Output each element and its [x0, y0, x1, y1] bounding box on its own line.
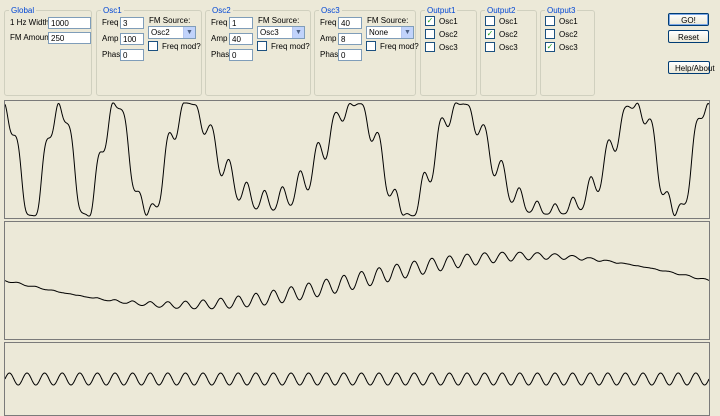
osc2-fm-source-value: Osc3: [260, 28, 279, 37]
checkbox-box[interactable]: ✓: [485, 29, 495, 39]
osc1-fm-source-select[interactable]: Osc2 ▼: [148, 26, 196, 39]
output2-osc3-label: Osc3: [499, 43, 518, 53]
osc1-amp-label: Amp: [102, 34, 119, 43]
reset-button[interactable]: Reset: [668, 30, 709, 43]
output3-osc3-checkbox[interactable]: ✓ Osc3: [545, 42, 578, 53]
osc1-freq-input[interactable]: [120, 17, 144, 29]
output3-group: Output3 Osc1 Osc2 ✓ Osc3: [540, 6, 595, 96]
osc2-title: Osc2: [210, 6, 233, 16]
checkbox-box[interactable]: [545, 16, 555, 26]
osc1-phase-input[interactable]: [120, 49, 144, 61]
output1-osc2-checkbox[interactable]: Osc2: [425, 29, 458, 40]
checkbox-box[interactable]: [148, 41, 158, 51]
checkbox-box[interactable]: [366, 41, 376, 51]
osc3-amp-label: Amp: [320, 34, 337, 43]
output1-osc2-label: Osc2: [439, 30, 458, 40]
output3-title: Output3: [545, 6, 578, 16]
output2-title: Output2: [485, 6, 518, 16]
fm-amount-input[interactable]: [48, 32, 91, 44]
output3-osc2-checkbox[interactable]: Osc2: [545, 29, 578, 40]
osc3-fm-source-select[interactable]: None ▼: [366, 26, 414, 39]
output2-osc3-checkbox[interactable]: Osc3: [485, 42, 518, 53]
osc2-freq-input[interactable]: [229, 17, 253, 29]
output1-osc1-label: Osc1: [439, 17, 458, 27]
output1-osc1-checkbox[interactable]: ✓ Osc1: [425, 16, 458, 27]
output2-scope: [4, 221, 710, 340]
checkbox-box[interactable]: [425, 42, 435, 52]
output3-osc2-label: Osc2: [559, 30, 578, 40]
output3-osc1-label: Osc1: [559, 17, 578, 27]
output3-osc3-label: Osc3: [559, 43, 578, 53]
output3-waveform: [5, 372, 709, 386]
output3-scope: [4, 342, 710, 416]
osc3-freq-mod-checkbox[interactable]: Freq mod?: [366, 41, 419, 52]
output1-group: Output1 ✓ Osc1 Osc2 Osc3: [420, 6, 477, 96]
output1-waveform: [5, 102, 709, 217]
fm-amount-label: FM Amount:: [10, 33, 54, 42]
output1-title: Output1: [425, 6, 458, 16]
osc2-phase-input[interactable]: [229, 49, 253, 61]
osc3-group: Osc3FreqAmpPhaseFM Source:None▼Freq mod?: [314, 6, 419, 96]
osc2-fm-source-select[interactable]: Osc3 ▼: [257, 26, 305, 39]
osc3-title: Osc3: [319, 6, 342, 16]
checkbox-box[interactable]: [485, 16, 495, 26]
global-group-title: Global: [9, 6, 37, 16]
go-button[interactable]: GO!: [668, 13, 709, 26]
osc1-amp-input[interactable]: [120, 33, 144, 45]
osc3-phase-input[interactable]: [338, 49, 362, 61]
output3-osc1-checkbox[interactable]: Osc1: [545, 16, 578, 27]
checkbox-box[interactable]: [485, 42, 495, 52]
output2-osc2-label: Osc2: [499, 30, 518, 40]
help-about-button[interactable]: Help/About: [668, 61, 715, 74]
output2-osc1-checkbox[interactable]: Osc1: [485, 16, 518, 27]
output2-osc2-checkbox[interactable]: ✓ Osc2: [485, 29, 518, 40]
width-label: 1 Hz Width:: [10, 18, 52, 27]
checkbox-box[interactable]: [257, 41, 267, 51]
checkbox-box[interactable]: ✓: [545, 42, 555, 52]
output1-osc3-label: Osc3: [439, 43, 458, 53]
osc2-freq-label: Freq: [211, 18, 228, 27]
osc3-freq-input[interactable]: [338, 17, 362, 29]
output1-osc3-checkbox[interactable]: Osc3: [425, 42, 458, 53]
osc2-amp-label: Amp: [211, 34, 228, 43]
chevron-down-icon[interactable]: ▼: [401, 27, 413, 38]
osc1-group: Osc1FreqAmpPhaseFM Source:Osc2▼Freq mod?: [96, 6, 202, 96]
chevron-down-icon[interactable]: ▼: [183, 27, 195, 38]
output2-group: Output2 Osc1 ✓ Osc2 Osc3: [480, 6, 537, 96]
osc3-fm-source-value: None: [369, 28, 389, 37]
osc1-freq-mod-label: Freq mod?: [162, 42, 201, 52]
chevron-down-icon[interactable]: ▼: [292, 27, 304, 38]
checkbox-box[interactable]: [545, 29, 555, 39]
output2-waveform: [5, 251, 709, 310]
osc1-title: Osc1: [101, 6, 124, 16]
osc2-amp-input[interactable]: [229, 33, 253, 45]
osc3-freq-label: Freq: [320, 18, 337, 27]
osc3-freq-mod-label: Freq mod?: [380, 42, 419, 52]
output2-osc1-label: Osc1: [499, 17, 518, 27]
checkbox-box[interactable]: ✓: [425, 16, 435, 26]
checkbox-box[interactable]: [425, 29, 435, 39]
width-input[interactable]: [48, 17, 91, 29]
output1-scope: [4, 100, 710, 219]
osc2-freq-mod-label: Freq mod?: [271, 42, 310, 52]
osc1-freq-mod-checkbox[interactable]: Freq mod?: [148, 41, 201, 52]
osc2-freq-mod-checkbox[interactable]: Freq mod?: [257, 41, 310, 52]
global-group: Global 1 Hz Width: FM Amount:: [4, 6, 92, 96]
osc2-group: Osc2FreqAmpPhaseFM Source:Osc3▼Freq mod?: [205, 6, 311, 96]
osc3-amp-input[interactable]: [338, 33, 362, 45]
osc1-fm-source-value: Osc2: [151, 28, 170, 37]
osc1-freq-label: Freq: [102, 18, 119, 27]
